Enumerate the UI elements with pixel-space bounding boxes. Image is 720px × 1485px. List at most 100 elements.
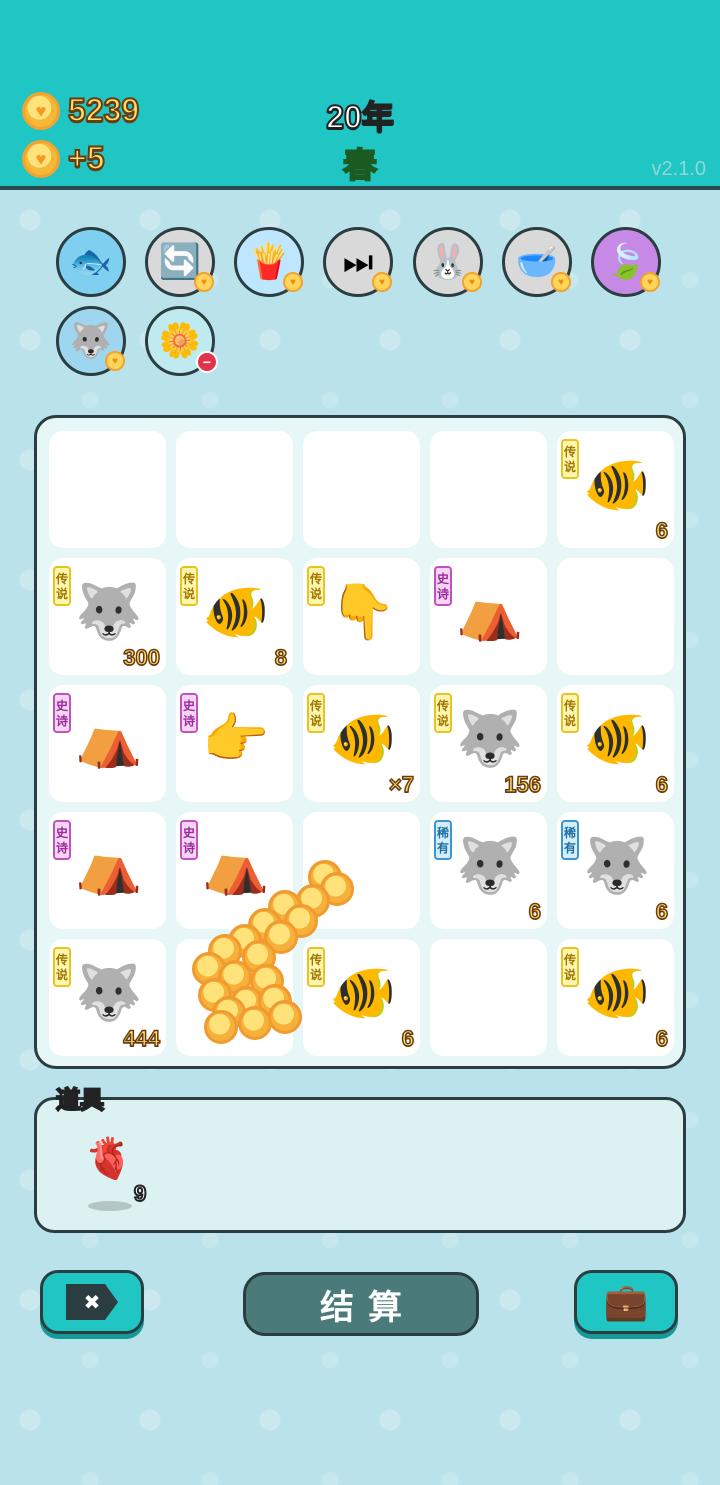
board-cell[interactable]: 传说 🐠 6 [557, 939, 674, 1056]
minus-icon: − [196, 351, 218, 373]
shadow [88, 1201, 132, 1211]
rarity-tag: 传说 [561, 439, 579, 479]
game-board: 传说 🐠 6 传说 🐺 300 传说 🐠 8 传说 👇 史诗 ⛺ 史诗 ⛺ 史诗 👉 传说 🐠 ×7 传说 🐺 156 传说 🐠… [34, 415, 686, 1069]
board-cell[interactable] [430, 939, 547, 1056]
item-count: 6 [655, 898, 669, 925]
season-label: 春 [342, 146, 378, 186]
tools-title: 道具 [55, 1086, 105, 1115]
flower-pot-icon: 🌼 [158, 322, 202, 360]
board-cell[interactable]: 传说 👇 [303, 558, 420, 675]
koi-fish-icon: 🐠 [329, 709, 397, 769]
board-cell[interactable]: 史诗 ⛺ [176, 812, 293, 929]
item-count: 156 [504, 771, 542, 798]
rabbit-tent-icon: ⛺ [456, 582, 524, 642]
rarity-tag: 稀有 [561, 820, 579, 860]
koi-fish-icon: 🐠 [583, 963, 651, 1023]
rabbit-tent-icon: ⛺ [75, 709, 143, 769]
board-cell[interactable]: 史诗 ⛺ [49, 812, 166, 929]
board-cell[interactable]: 史诗 👉 [176, 685, 293, 802]
coin-total: 5239 [67, 91, 140, 129]
buff-flower-pot[interactable]: 🌼 − [145, 306, 218, 376]
husky-icon: 🐺 [456, 836, 524, 896]
board-cell[interactable] [557, 558, 674, 675]
version-label: v2.1.0 [651, 158, 706, 180]
king-husky-icon: 🐺 [75, 963, 143, 1023]
board-cell[interactable] [176, 431, 293, 548]
coin-icon: ♥ [551, 272, 571, 292]
king-husky-icon: 🐺 [456, 709, 524, 769]
husky-icon: 🐺 [583, 836, 651, 896]
coin-icon: ♥ [283, 272, 303, 292]
refresh-icon: 🔄 [158, 243, 202, 281]
board-cell[interactable]: 传说 🐠 8 [176, 558, 293, 675]
liver-icon: 🫀 [84, 1137, 134, 1181]
leaf-icon: 🍃 [604, 243, 648, 281]
koi-fish-icon: 🐠 [329, 963, 397, 1023]
close-icon: ✖ [66, 1284, 118, 1320]
coin-icon: ♥ [22, 92, 60, 130]
rabbit-tent-icon: ⛺ [202, 836, 270, 896]
buff-fries[interactable]: 🍟 ♥ [234, 227, 304, 297]
tool-count: 9 [133, 1180, 147, 1207]
buff-skip[interactable]: ⏭ ♥ [323, 227, 393, 297]
rarity-tag: 传说 [307, 693, 325, 733]
board-cell[interactable]: 稀有 🐺 6 [430, 812, 547, 929]
board-cell[interactable]: 传说 🐠 ×7 [303, 685, 420, 802]
koi-fish-icon: 🐠 [202, 582, 270, 642]
coin-icon: ♥ [640, 272, 660, 292]
item-count: 6 [655, 771, 669, 798]
item-count: 6 [401, 1025, 415, 1052]
board-cell[interactable] [303, 812, 420, 929]
settle-button[interactable]: 结算 [243, 1272, 479, 1336]
coin-icon: ♥ [105, 351, 125, 371]
board-cell[interactable]: 传说 🐺 444 [49, 939, 166, 1056]
board-cell[interactable] [176, 939, 293, 1056]
buff-rabbit[interactable]: 🐰 ♥ [413, 227, 483, 297]
coin-income: +5 [67, 139, 106, 177]
board-cell[interactable]: 稀有 🐺 6 [557, 812, 674, 929]
pet-food-bowl-icon: 🥣 [515, 243, 559, 281]
rarity-tag: 传说 [561, 693, 579, 733]
board-cell[interactable]: 史诗 ⛺ [430, 558, 547, 675]
coin-icon: ♥ [372, 272, 392, 292]
skip-icon: ⏭ [342, 243, 374, 281]
coin-icon: ♥ [194, 272, 214, 292]
year-label: 20年 [325, 98, 395, 136]
rarity-tag: 传说 [561, 947, 579, 987]
board-cell[interactable]: 传说 🐠 6 [557, 431, 674, 548]
rarity-tag: 传说 [180, 566, 198, 606]
bag-button[interactable]: 💼 [574, 1270, 678, 1334]
husky-icon: 🐺 [69, 322, 113, 360]
buff-leaf[interactable]: 🍃 ♥ [591, 227, 661, 297]
rarity-tag: 传说 [434, 693, 452, 733]
item-count: 444 [123, 1025, 161, 1052]
item-count: 6 [655, 1025, 669, 1052]
rarity-tag: 史诗 [180, 820, 198, 860]
item-count: 6 [655, 517, 669, 544]
rarity-tag: 史诗 [53, 820, 71, 860]
item-count: 6 [528, 898, 542, 925]
buff-refresh[interactable]: 🔄 ♥ [145, 227, 215, 297]
buff-fishbowl[interactable]: 🐟 [56, 227, 126, 297]
board-cell[interactable]: 传说 🐺 300 [49, 558, 166, 675]
fries-icon: 🍟 [247, 243, 291, 281]
board-cell[interactable] [303, 431, 420, 548]
close-button[interactable]: ✖ [40, 1270, 144, 1334]
board-cell[interactable]: 传说 🐠 6 [303, 939, 420, 1056]
pointing-hand-icon: 👇 [329, 582, 397, 642]
buff-pet-food-bowl[interactable]: 🥣 ♥ [502, 227, 572, 297]
top-bar: ♥ 5239 ♥ +5 20年 春 v2.1.0 [0, 0, 720, 190]
board-cell[interactable]: 史诗 ⛺ [49, 685, 166, 802]
item-count: 8 [274, 644, 288, 671]
pointing-hand-icon: 👉 [202, 709, 270, 769]
item-count: 300 [123, 644, 161, 671]
board-cell[interactable] [430, 431, 547, 548]
fishbowl-icon: 🐟 [69, 243, 113, 281]
income-coin-icon: ♥ [22, 140, 60, 178]
briefcase-icon: 💼 [603, 1281, 649, 1322]
board-cell[interactable] [49, 431, 166, 548]
board-cell[interactable]: 传说 🐺 156 [430, 685, 547, 802]
buff-husky[interactable]: 🐺 ♥ [56, 306, 126, 376]
rabbit-icon: 🐰 [426, 243, 470, 281]
board-cell[interactable]: 传说 🐠 6 [557, 685, 674, 802]
